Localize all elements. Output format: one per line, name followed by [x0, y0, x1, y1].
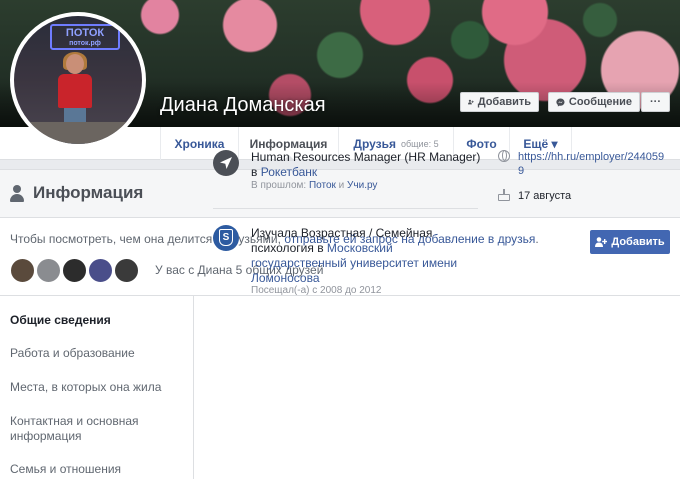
photo-neon-sign: ПОТОК поток.рф	[50, 24, 120, 50]
mutual-friend-avatar[interactable]	[36, 257, 61, 283]
info-title: Информация	[33, 183, 144, 202]
info-panel: Информация Чтобы посмотреть, чем она дел…	[0, 169, 680, 479]
ellipsis-icon: ···	[650, 96, 661, 108]
work-icon	[213, 150, 239, 176]
add-friend-icon	[595, 237, 608, 247]
university-icon[interactable]: S	[213, 225, 239, 251]
message-button[interactable]: Сообщение	[548, 92, 640, 112]
globe-icon	[498, 150, 510, 162]
nav-contact-info[interactable]: Контактная и основная информация	[10, 414, 185, 444]
mutual-friend-avatar[interactable]	[114, 257, 139, 283]
birthday-cake-icon	[498, 189, 510, 201]
job-company: в Рокетбанк	[251, 165, 318, 179]
profile-picture[interactable]: ПОТОК поток.рф	[10, 12, 146, 148]
mutual-friend-avatar[interactable]	[62, 257, 87, 283]
more-options-button[interactable]: ···	[641, 92, 670, 112]
education-entry: Изучала Возрастная / Семейная психология…	[251, 226, 458, 285]
nav-places-lived[interactable]: Места, в которых она жила	[10, 380, 185, 395]
previous-jobs: В прошлом: Поток и Учи.ру	[251, 180, 378, 191]
mutual-friend-avatar[interactable]	[10, 257, 35, 283]
add-friend-main-button[interactable]: Добавить	[590, 230, 670, 254]
add-friend-icon	[468, 99, 474, 105]
company-link[interactable]: Рокетбанк	[261, 165, 317, 179]
website-link[interactable]: https://hh.ru/employer/2440599	[518, 150, 668, 178]
job-title: Human Resources Manager (HR Manager)	[251, 150, 481, 164]
education-period: Посещал(-а) с 2008 до 2012	[251, 285, 382, 296]
messenger-icon	[556, 97, 565, 107]
nav-family-relationships[interactable]: Семья и отношения	[10, 462, 185, 477]
previous-job-link[interactable]: Поток	[309, 180, 336, 191]
profile-name[interactable]: Диана Доманская	[160, 94, 326, 117]
mutual-friend-avatar[interactable]	[88, 257, 113, 283]
nav-work-education[interactable]: Работа и образование	[10, 346, 185, 361]
divider	[213, 208, 478, 209]
about-sections-nav: Общие сведения Работа и образование Мест…	[0, 296, 194, 479]
person-icon	[10, 185, 24, 203]
nav-overview[interactable]: Общие сведения	[10, 313, 185, 328]
add-friend-button[interactable]: Добавить	[460, 92, 539, 112]
mutual-friends-count: общие: 5	[400, 138, 439, 149]
previous-job-link[interactable]: Учи.ру	[347, 180, 377, 191]
birthday: 17 августа	[518, 190, 572, 202]
